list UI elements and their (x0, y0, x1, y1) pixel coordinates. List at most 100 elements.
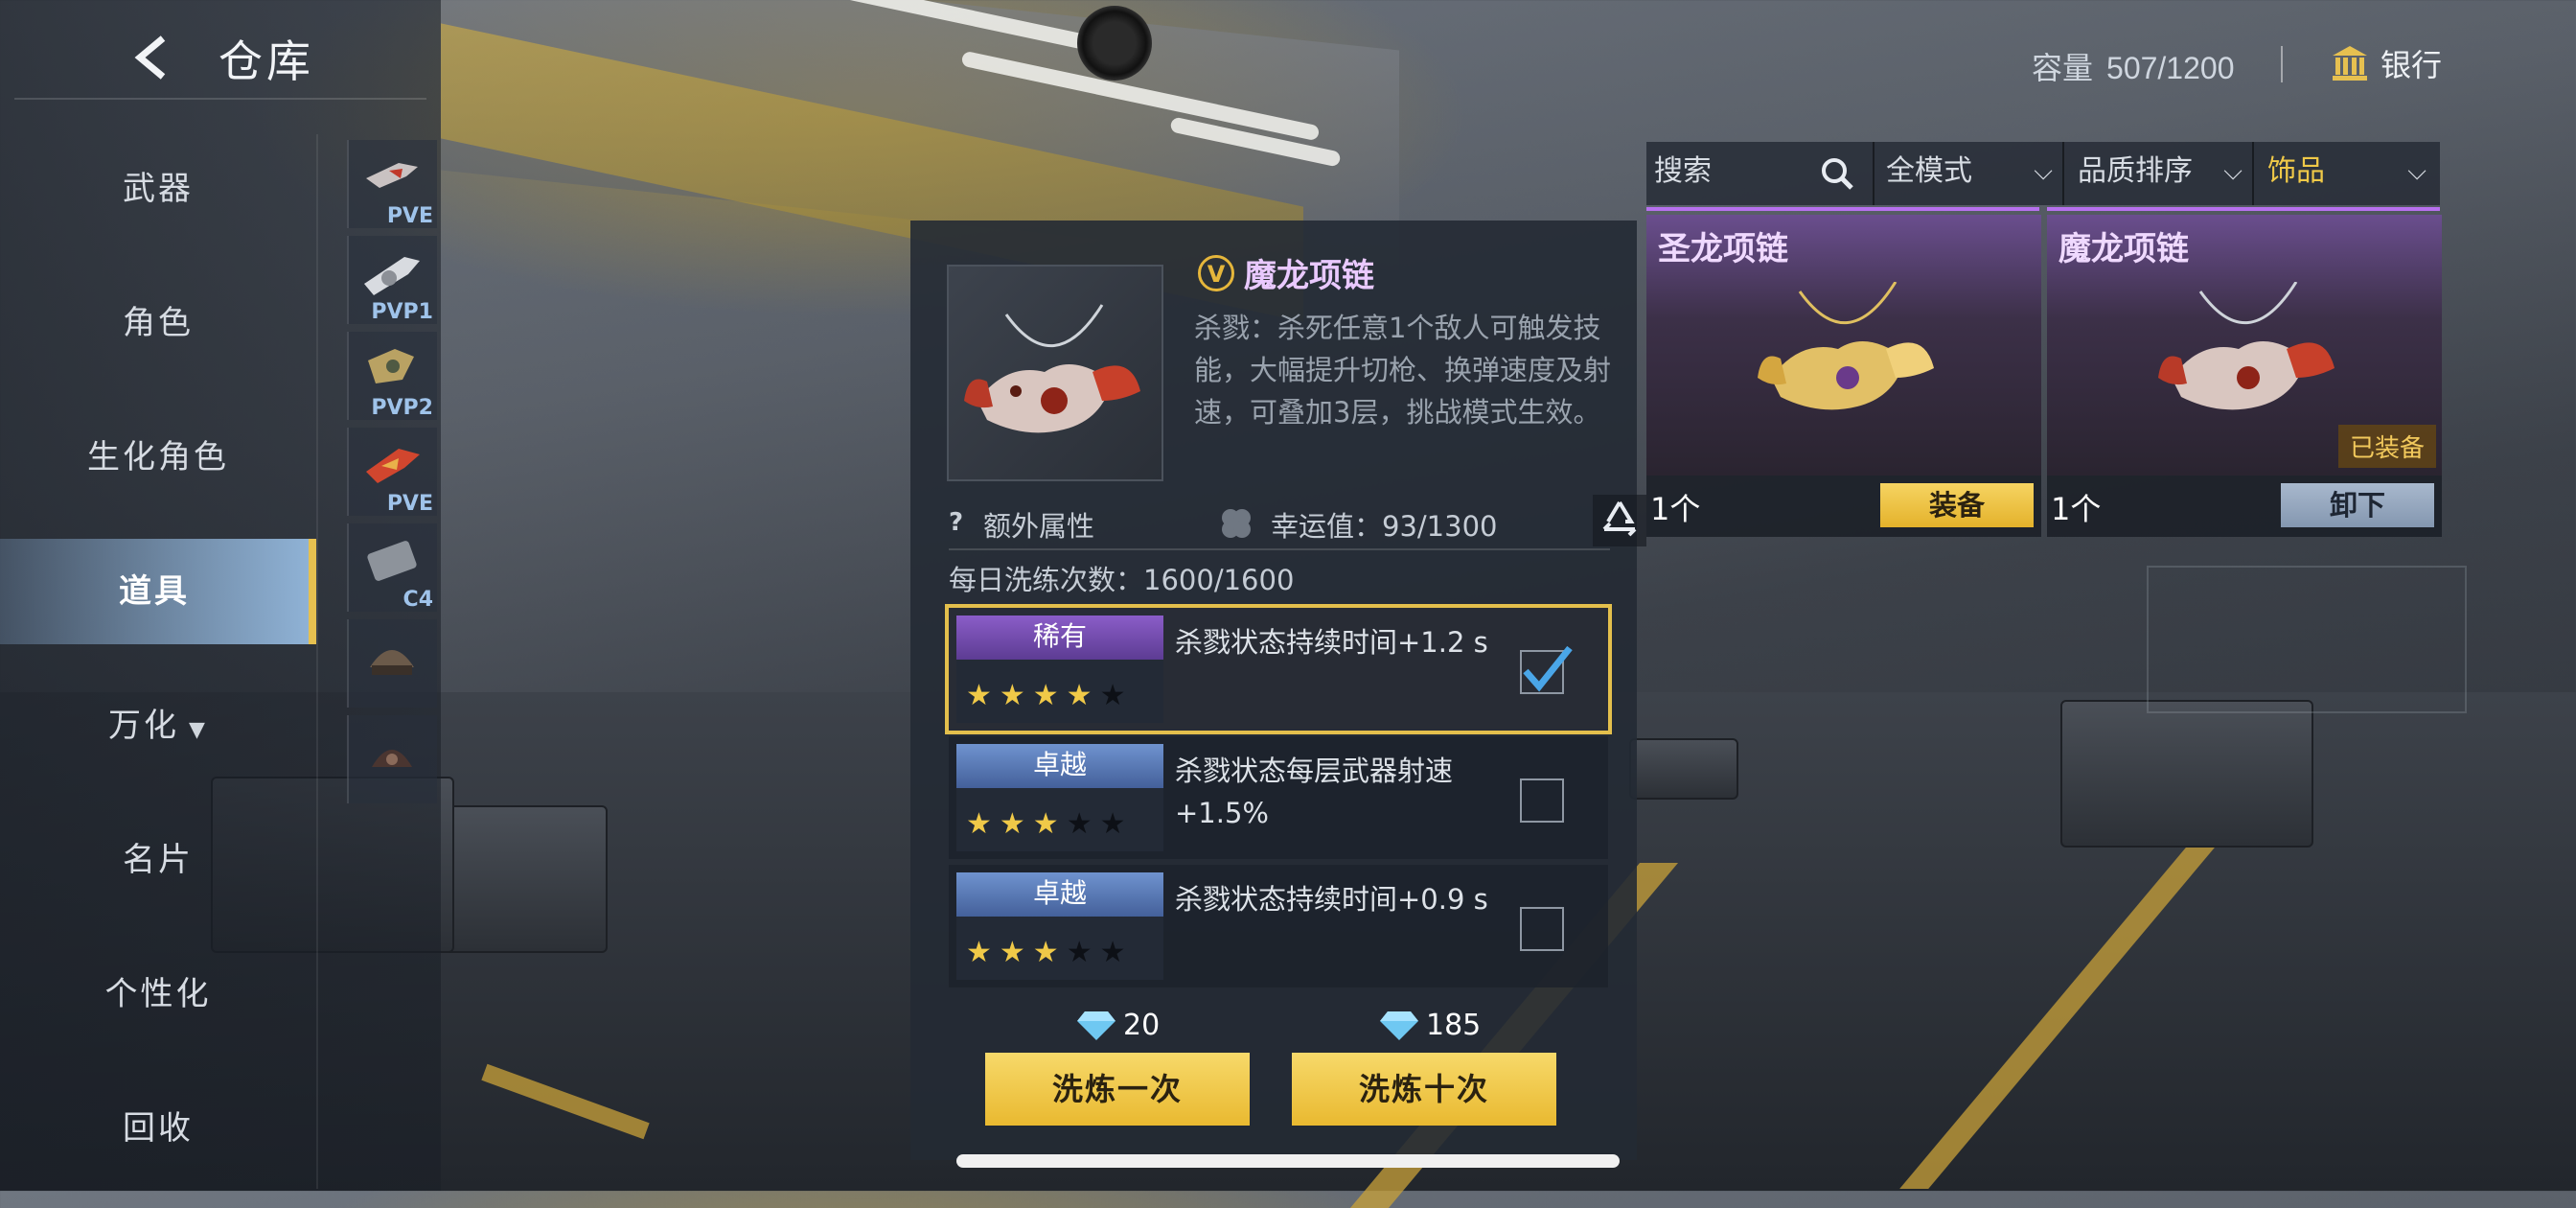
mode-filter[interactable]: 全模式 ⌵ (1886, 142, 2058, 205)
rank-box: 稀有 ★★★★★ (956, 616, 1163, 723)
item-card[interactable]: 圣龙项链 (1646, 215, 2041, 476)
item-name: 魔龙项链 (1244, 257, 1374, 295)
sub-item-label: PVP2 (371, 396, 433, 420)
rank-label: 稀有 (956, 616, 1163, 660)
refine-ten-button[interactable]: 洗炼十次 (1292, 1053, 1556, 1126)
search-field[interactable]: 搜索 (1654, 142, 1855, 205)
camera-cutout (1077, 6, 1152, 81)
daily-value: 1600/1600 (1143, 564, 1295, 596)
sub-item-pve[interactable]: PVE (347, 140, 437, 228)
nav-item-cards[interactable]: 名片 (0, 807, 316, 913)
chevron-down-icon: ⌵ (2407, 157, 2426, 186)
option-checkbox[interactable] (1520, 907, 1564, 951)
option-text: 杀戮状态持续时间+0.9 s (1175, 883, 1488, 916)
card-name: 圣龙项链 (1658, 230, 1788, 268)
cost-once: 20 (1075, 1009, 1160, 1042)
nav-label: 个性化 (104, 975, 212, 1013)
nav-label: 名片 (123, 841, 194, 879)
sidebar: 仓库 武器 角色 生化角色 道具 万化 ▼ 名片 个性化 回收 PVE PVP1 … (0, 0, 441, 1191)
nav-item-personalize[interactable]: 个性化 (0, 941, 316, 1047)
nav-item-recycle[interactable]: 回收 (0, 1076, 316, 1181)
chevron-down-icon: ⌵ (2223, 157, 2242, 186)
category-value: 饰品 (2267, 154, 2325, 188)
weapon-icon (366, 163, 418, 188)
vip-badge-icon: V (1198, 254, 1234, 291)
refine-once-button[interactable]: 洗炼一次 (985, 1053, 1250, 1126)
back-arrow-icon (134, 35, 166, 80)
sub-item-label: PVE (386, 492, 433, 516)
card-footer: 1个 卸下 (2047, 476, 2442, 537)
weapon-icon (366, 449, 420, 483)
recycle-icon (1602, 500, 1637, 537)
equipped-badge: 已装备 (2337, 425, 2436, 468)
nav-item-wanhua[interactable]: 万化 ▼ (0, 673, 316, 778)
nav-item-items[interactable]: 道具 (0, 539, 316, 644)
nav-item-weapons[interactable]: 武器 (0, 136, 316, 242)
sub-item-pvp2[interactable]: PVP2 (347, 332, 437, 420)
card-name: 魔龙项链 (2058, 230, 2189, 268)
c4-icon (367, 541, 417, 581)
bank-icon (2333, 46, 2367, 81)
star-rating: ★★★★★ (966, 936, 1134, 969)
card-quantity: 1个 (2051, 491, 2102, 527)
dragon-necklace-icon (964, 304, 1140, 433)
extra-attr-label: 额外属性 (983, 510, 1095, 543)
refine-option[interactable]: 卓越 ★★★★★ 杀戮状态持续时间+0.9 s (949, 865, 1608, 987)
nav-label: 万化 (108, 707, 180, 745)
card-top-accent (2047, 207, 2440, 211)
item-title: V 魔龙项链 (1198, 249, 1374, 296)
recycle-button[interactable] (1593, 495, 1646, 546)
item-card[interactable]: 魔龙项链 已装备 (2047, 215, 2442, 476)
capacity-label: 容量 (2032, 50, 2094, 86)
title-divider (14, 98, 426, 100)
background-crate (2060, 700, 2313, 848)
headgear-icon (372, 750, 412, 767)
refine-option[interactable]: 稀有 ★★★★★ 杀戮状态持续时间+1.2 s (945, 604, 1612, 734)
nav-label: 道具 (119, 572, 190, 611)
nav-item-bio-characters[interactable]: 生化角色 (0, 405, 316, 510)
sub-item-pvp1[interactable]: PVP1 (347, 236, 437, 324)
nav-label: 生化角色 (87, 438, 229, 476)
header-separator (2281, 46, 2283, 82)
background-crate (1629, 738, 1738, 800)
bank-label: 银行 (2380, 47, 2443, 83)
home-indicator[interactable] (956, 1154, 1620, 1168)
sort-value: 品质排序 (2078, 154, 2193, 188)
checkmark-icon (1523, 645, 1573, 692)
card-footer: 1个 装备 (1646, 476, 2041, 537)
clover-icon (1217, 504, 1255, 549)
nav-item-characters[interactable]: 角色 (0, 270, 316, 376)
weapon-icon (364, 257, 420, 295)
filter-separator (1873, 142, 1874, 205)
sub-item-c4[interactable]: C4 (347, 523, 437, 612)
equip-button[interactable]: 装备 (1880, 483, 2034, 527)
sub-item-headgear[interactable] (347, 715, 437, 803)
filter-separator (2252, 142, 2254, 205)
back-button[interactable] (125, 29, 182, 86)
page-title: 仓库 (218, 35, 314, 87)
sub-item-helmet[interactable] (347, 619, 437, 708)
cost-ten: 185 (1378, 1009, 1481, 1042)
unequip-button[interactable]: 卸下 (2281, 483, 2434, 527)
nav-divider (316, 134, 318, 1189)
sort-filter[interactable]: 品质排序 ⌵ (2078, 142, 2248, 205)
mode-value: 全模式 (1886, 154, 1972, 188)
item-description: 杀戮：杀死任意1个敌人可触发技能，大幅提升切枪、换弹速度及射速，可叠加3层，挑战… (1194, 312, 1612, 429)
star-rating: ★★★★★ (966, 807, 1134, 841)
cost-ten-value: 185 (1426, 1009, 1482, 1042)
sub-item-label: PVE (386, 204, 433, 228)
item-thumbnail (947, 265, 1163, 481)
bank-button[interactable]: 银行 (2331, 38, 2442, 88)
help-icon[interactable]: ? (949, 508, 963, 537)
diamond-icon (1380, 1011, 1418, 1040)
sub-item-pve-2[interactable]: PVE (347, 428, 437, 516)
option-checkbox[interactable] (1520, 645, 1573, 694)
category-filter[interactable]: 饰品 ⌵ (2267, 142, 2432, 205)
option-checkbox[interactable] (1520, 778, 1564, 823)
nav-label: 回收 (123, 1109, 194, 1148)
chevron-down-icon: ⌵ (2034, 157, 2053, 186)
filter-separator (2062, 142, 2064, 205)
refine-option[interactable]: 卓越 ★★★★★ 杀戮状态每层武器射速+1.5% (949, 736, 1608, 859)
holy-dragon-necklace-icon (1758, 282, 1934, 410)
background-shelf (2147, 566, 2467, 713)
